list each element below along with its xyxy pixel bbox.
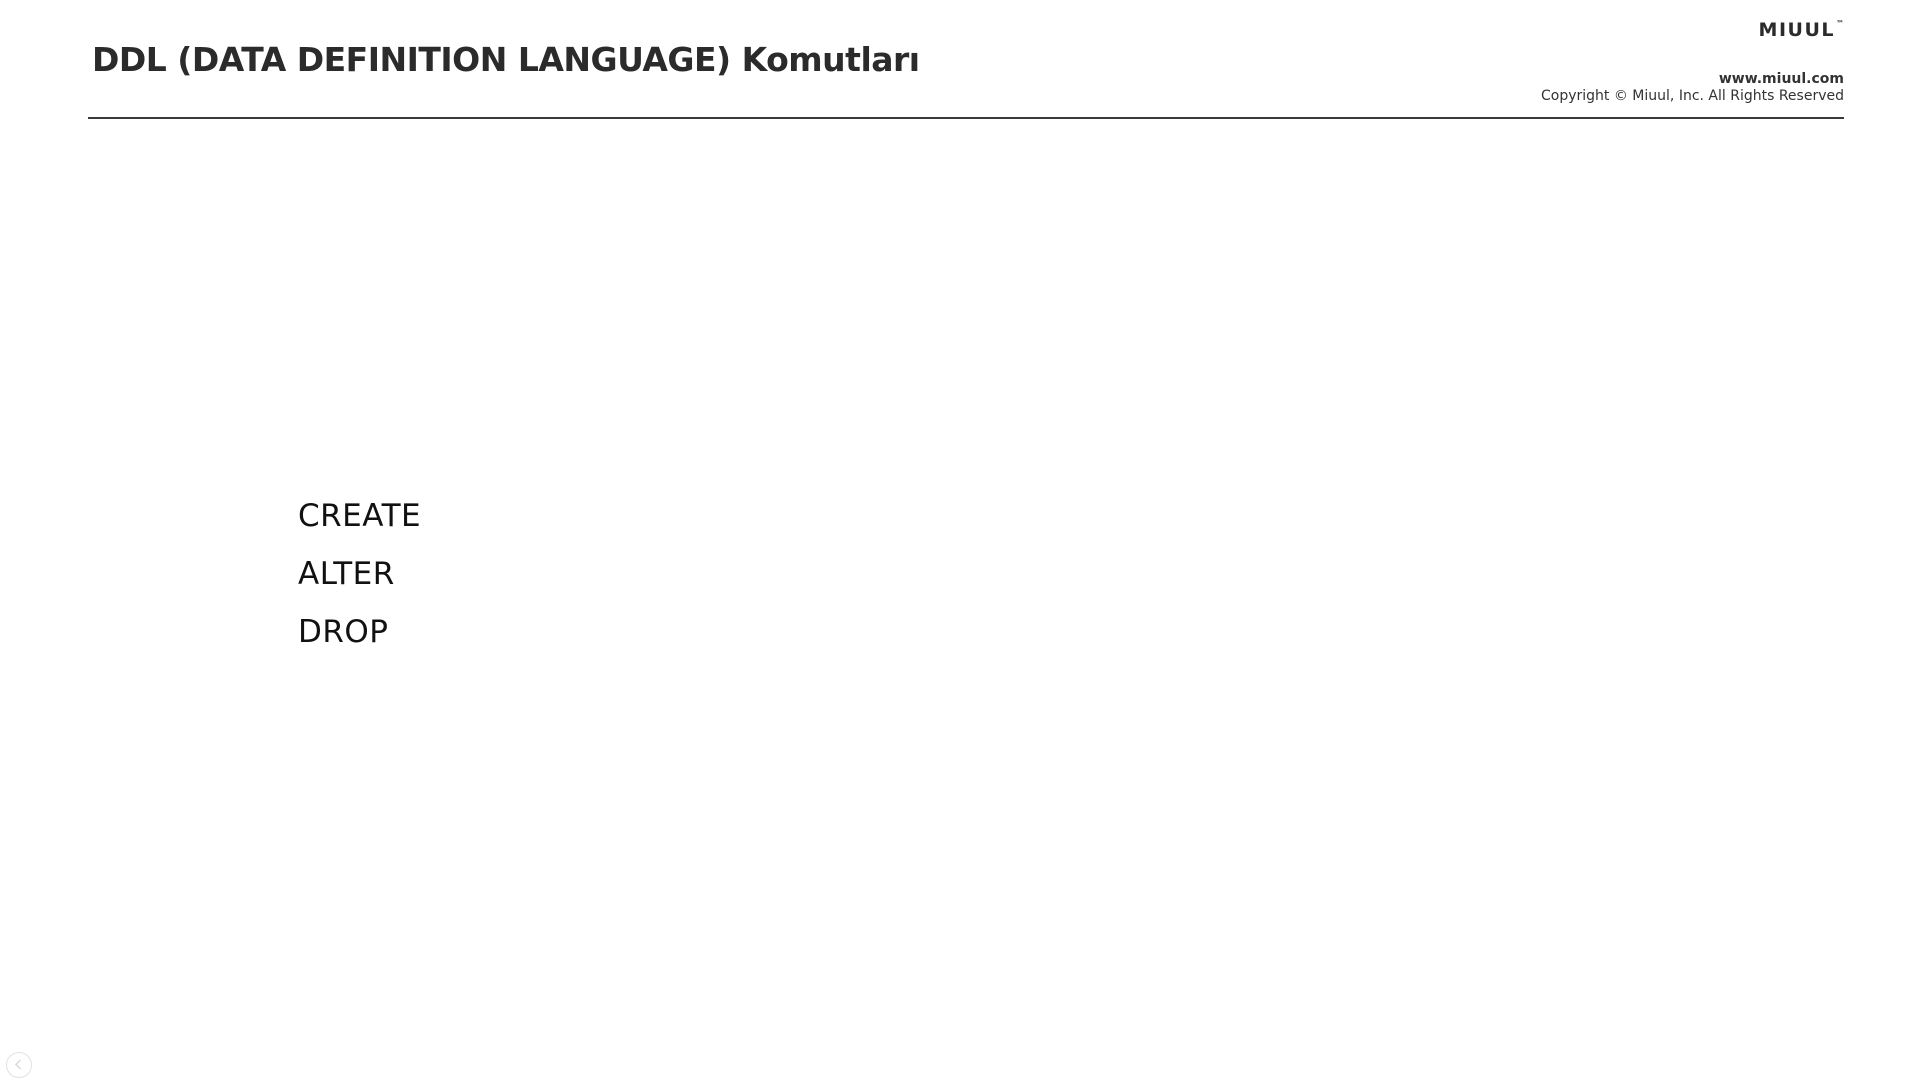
presentation-slide: DDL (DATA DEFINITION LANGUAGE) Komutları… <box>0 0 1920 1080</box>
header-divider <box>88 117 1844 119</box>
chevron-left-icon <box>14 1059 22 1070</box>
slide-meta: www.miuul.com Copyright © Miuul, Inc. Al… <box>1541 71 1844 105</box>
command-drop: DROP <box>298 614 389 650</box>
trademark-symbol: ™ <box>1836 19 1844 28</box>
ddl-command-list: CREATE ALTER DROP <box>298 487 421 661</box>
previous-slide-button[interactable] <box>6 1052 32 1078</box>
brand-name: MIUUL <box>1758 19 1835 41</box>
command-create: CREATE <box>298 498 422 534</box>
website-url: www.miuul.com <box>1718 71 1844 87</box>
command-alter: ALTER <box>298 556 395 592</box>
miuul-logo: MIUUL™ <box>1759 19 1844 41</box>
copyright-notice: Copyright © Miuul, Inc. All Rights Reser… <box>1541 88 1844 104</box>
slide-title: DDL (DATA DEFINITION LANGUAGE) Komutları <box>92 40 920 79</box>
